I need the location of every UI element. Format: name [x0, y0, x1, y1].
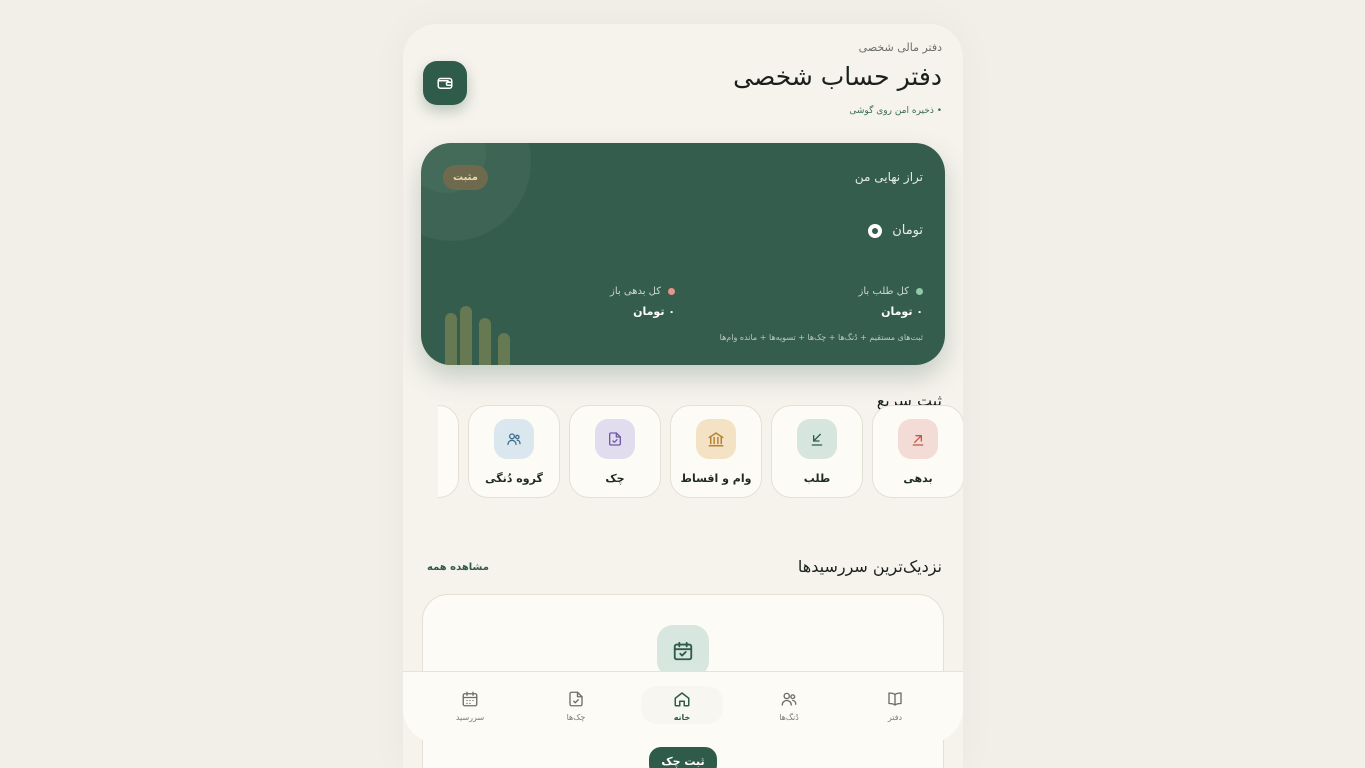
users-icon — [507, 433, 521, 445]
quick-loan-button[interactable]: وام و اقساط — [670, 405, 762, 498]
status-badge: مثبت — [443, 165, 488, 190]
balance-amount: تومان — [868, 223, 923, 238]
wallet-icon — [437, 77, 453, 89]
debt-value: ۰ تومان — [633, 305, 675, 318]
receivable-stat: کل طلب باز ۰ تومان — [859, 286, 923, 318]
quick-debt-button[interactable]: بدهی — [872, 405, 963, 498]
balance-card[interactable]: مثبت تراز نهایی من تومان کل طلب باز ۰ تو… — [421, 143, 945, 365]
app-screen: دفتر مالی شخصی دفتر حساب شخصی • ذخیره ام… — [403, 24, 963, 768]
arrow-up-right-icon — [912, 435, 924, 446]
header-subtitle: دفتر مالی شخصی — [858, 41, 942, 54]
quick-actions-row: بدهی طلب وام و اقساط چک گروه دُنگی — [438, 404, 963, 499]
balance-footnote: ثبت‌های مستقیم + دُنگ‌ها + چک‌ها + تسویه… — [719, 333, 923, 342]
receivable-label: کل طلب باز — [858, 286, 909, 297]
balance-currency: تومان — [892, 223, 923, 238]
negative-dot-icon — [668, 288, 675, 295]
storage-note: • ذخیره امن روی گوشی — [849, 106, 942, 116]
positive-dot-icon — [916, 288, 923, 295]
page-title: دفتر حساب شخصی — [733, 62, 942, 91]
debt-stat: کل بدهی باز ۰ تومان — [610, 286, 675, 318]
quick-group-button[interactable]: گروه دُنگی — [468, 405, 560, 498]
add-cheque-button[interactable]: ثبت چک — [649, 747, 717, 768]
hand-illustration-icon — [445, 306, 510, 365]
quick-more-button[interactable] — [438, 405, 459, 498]
wallet-button[interactable] — [423, 61, 467, 105]
quick-cheque-button[interactable]: چک — [569, 405, 661, 498]
quick-receivable-button[interactable]: طلب — [771, 405, 863, 498]
arrow-down-left-icon — [811, 433, 823, 446]
balance-indicator-icon — [868, 223, 883, 238]
cheque-icon — [609, 432, 621, 446]
balance-label: تراز نهایی من — [854, 170, 923, 184]
receivable-value: ۰ تومان — [881, 305, 923, 318]
debt-label: کل بدهی باز — [610, 286, 661, 297]
bank-icon — [708, 432, 724, 447]
